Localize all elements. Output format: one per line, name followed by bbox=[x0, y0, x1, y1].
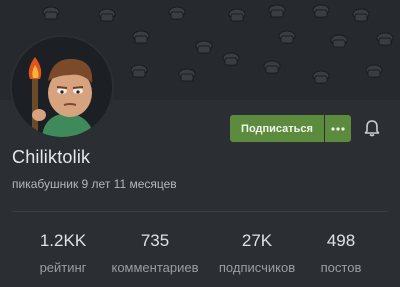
profile-stats: 1.2KK рейтинг 735 комментариев 27K подпи… bbox=[0, 230, 400, 280]
avatar-image bbox=[12, 37, 112, 137]
stat-value: 498 bbox=[326, 231, 356, 250]
stat-label: комментариев bbox=[111, 260, 199, 275]
avatar[interactable] bbox=[10, 35, 114, 139]
username: Chiliktolik bbox=[12, 147, 91, 167]
profile-tenure: пикабушник 9 лет 11 месяцев bbox=[12, 177, 177, 191]
stat-comments: 735 комментариев bbox=[100, 230, 210, 275]
profile-actions: Подписаться bbox=[230, 115, 351, 142]
subscribe-button[interactable]: Подписаться bbox=[230, 115, 324, 142]
more-options-button[interactable] bbox=[325, 115, 351, 142]
stat-posts: 498 постов bbox=[286, 230, 396, 275]
divider bbox=[12, 211, 388, 212]
stat-label: постов bbox=[320, 260, 362, 275]
ellipsis-icon bbox=[331, 126, 345, 131]
stat-value: 735 bbox=[140, 231, 170, 250]
bell-icon bbox=[364, 120, 380, 137]
bell-button[interactable] bbox=[362, 118, 382, 138]
